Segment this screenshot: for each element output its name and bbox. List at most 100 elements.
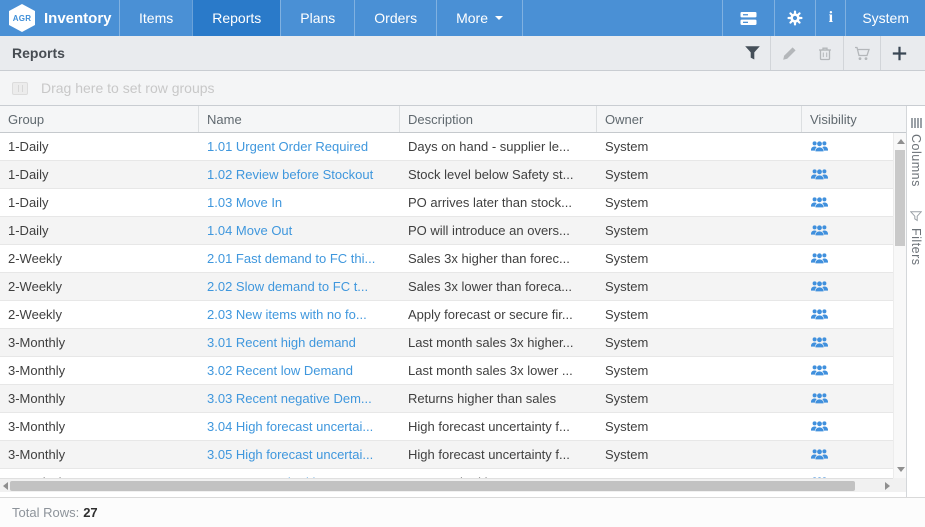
column-header-group[interactable]: Group <box>0 106 199 132</box>
cell-owner: System <box>597 161 802 188</box>
gear-icon <box>787 10 803 26</box>
cell-group: 3-Monthly <box>0 385 199 412</box>
scroll-up-icon[interactable] <box>897 139 905 144</box>
nav-tab-plans[interactable]: Plans <box>280 0 354 36</box>
app-window: AGR Inventory Items Reports Plans Orders… <box>0 0 925 527</box>
report-link[interactable]: 2.03 New items with no fo... <box>199 301 400 328</box>
report-link[interactable]: 2.01 Fast demand to FC thi... <box>199 245 400 272</box>
table-row[interactable]: 2-Weekly 2.01 Fast demand to FC thi... S… <box>0 245 893 273</box>
cell-owner: System <box>597 357 802 384</box>
cell-owner: System <box>597 469 802 478</box>
cell-description: Overstocked items <box>400 469 597 478</box>
horizontal-scroll-thumb[interactable] <box>10 481 855 491</box>
cart-button[interactable] <box>844 36 880 70</box>
user-menu[interactable]: System <box>845 0 925 36</box>
report-link[interactable]: 1.02 Review before Stockout <box>199 161 400 188</box>
table-row[interactable]: 2-Weekly 2.03 New items with no fo... Ap… <box>0 301 893 329</box>
column-header-owner[interactable]: Owner <box>597 106 802 132</box>
main-nav-tabs: Items Reports Plans Orders More <box>119 0 523 36</box>
cell-owner: System <box>597 245 802 272</box>
table-row[interactable]: 2-Weekly 2.02 Slow demand to FC t... Sal… <box>0 273 893 301</box>
delete-button[interactable] <box>807 36 843 70</box>
page-title: Reports <box>12 45 65 61</box>
cell-group: 3-Monthly <box>0 413 199 440</box>
table-row[interactable]: 3-Monthly 3.04 High forecast uncertai...… <box>0 413 893 441</box>
report-link[interactable]: 1.04 Move Out <box>199 217 400 244</box>
top-navbar: AGR Inventory Items Reports Plans Orders… <box>0 0 925 36</box>
scroll-down-icon[interactable] <box>897 467 905 472</box>
filter-button[interactable] <box>734 36 770 70</box>
table-row[interactable]: 1-Daily 1.02 Review before Stockout Stoc… <box>0 161 893 189</box>
sidebar-tab-columns[interactable]: Columns <box>909 118 923 187</box>
table-row[interactable]: 3-Monthly 3.05 High forecast uncertai...… <box>0 441 893 469</box>
cell-group: 4-Analysis <box>0 469 199 478</box>
server-icon <box>740 11 757 26</box>
filter-icon <box>745 46 760 60</box>
report-link[interactable]: 4.01 Overstocked items <box>199 469 400 478</box>
nav-tab-orders[interactable]: Orders <box>354 0 436 36</box>
report-link[interactable]: 2.02 Slow demand to FC t... <box>199 273 400 300</box>
report-link[interactable]: 3.03 Recent negative Dem... <box>199 385 400 412</box>
scrollbar-corner <box>893 478 906 492</box>
cell-visibility <box>802 273 893 300</box>
report-link[interactable]: 3.04 High forecast uncertai... <box>199 413 400 440</box>
cell-owner: System <box>597 301 802 328</box>
cell-group: 3-Monthly <box>0 441 199 468</box>
report-link[interactable]: 1.03 Move In <box>199 189 400 216</box>
users-icon <box>810 252 829 265</box>
grid-header: Group Name Description Owner Visibility <box>0 106 906 133</box>
horizontal-scrollbar[interactable] <box>0 478 893 492</box>
report-link[interactable]: 3.05 High forecast uncertai... <box>199 441 400 468</box>
vertical-scroll-thumb[interactable] <box>895 150 905 246</box>
agr-logo-icon: AGR <box>9 4 35 32</box>
users-icon <box>810 308 829 321</box>
plus-icon <box>892 46 907 61</box>
grid-sidebar: Columns Filters <box>906 106 925 497</box>
report-link[interactable]: 1.01 Urgent Order Required <box>199 133 400 160</box>
cell-description: High forecast uncertainty f... <box>400 413 597 440</box>
table-row[interactable]: 1-Daily 1.01 Urgent Order Required Days … <box>0 133 893 161</box>
table-row[interactable]: 1-Daily 1.03 Move In PO arrives later th… <box>0 189 893 217</box>
status-bar: Total Rows: 27 <box>0 497 925 527</box>
info-button[interactable]: i <box>815 0 845 36</box>
sidebar-tab-filters[interactable]: Filters <box>909 211 923 266</box>
cell-visibility <box>802 413 893 440</box>
table-row[interactable]: 3-Monthly 3.01 Recent high demand Last m… <box>0 329 893 357</box>
add-button[interactable] <box>881 36 917 70</box>
table-row[interactable]: 1-Daily 1.04 Move Out PO will introduce … <box>0 217 893 245</box>
users-icon <box>810 364 829 377</box>
row-group-drop-panel[interactable]: Drag here to set row groups <box>0 71 925 106</box>
report-link[interactable]: 3.02 Recent low Demand <box>199 357 400 384</box>
cell-description: Returns higher than sales <box>400 385 597 412</box>
table-row[interactable]: 4-Analysis 4.01 Overstocked items Overst… <box>0 469 893 478</box>
column-header-name[interactable]: Name <box>199 106 400 132</box>
cell-description: PO arrives later than stock... <box>400 189 597 216</box>
columns-icon <box>911 118 922 128</box>
info-icon: i <box>829 9 833 27</box>
nav-tab-more[interactable]: More <box>436 0 523 36</box>
chevron-down-icon <box>495 16 503 20</box>
table-row[interactable]: 3-Monthly 3.02 Recent low Demand Last mo… <box>0 357 893 385</box>
brand-title: Inventory <box>44 10 112 27</box>
cell-visibility <box>802 133 893 160</box>
settings-button[interactable] <box>774 0 815 36</box>
cell-owner: System <box>597 385 802 412</box>
scroll-left-icon[interactable] <box>3 482 8 490</box>
vertical-scrollbar[interactable] <box>893 133 906 478</box>
scroll-right-icon[interactable] <box>885 482 890 490</box>
nav-tab-items[interactable]: Items <box>119 0 192 36</box>
report-link[interactable]: 3.01 Recent high demand <box>199 329 400 356</box>
table-row[interactable]: 3-Monthly 3.03 Recent negative Dem... Re… <box>0 385 893 413</box>
cell-description: PO will introduce an overs... <box>400 217 597 244</box>
brand-logo[interactable]: AGR Inventory <box>0 0 119 36</box>
cell-description: Apply forecast or secure fir... <box>400 301 597 328</box>
cell-group: 1-Daily <box>0 217 199 244</box>
users-icon <box>810 448 829 461</box>
edit-button[interactable] <box>771 36 807 70</box>
column-header-description[interactable]: Description <box>400 106 597 132</box>
nav-tab-reports[interactable]: Reports <box>192 0 280 36</box>
users-icon <box>810 196 829 209</box>
connections-button[interactable] <box>722 0 774 36</box>
column-header-visibility[interactable]: Visibility <box>802 106 906 132</box>
cell-visibility <box>802 245 893 272</box>
